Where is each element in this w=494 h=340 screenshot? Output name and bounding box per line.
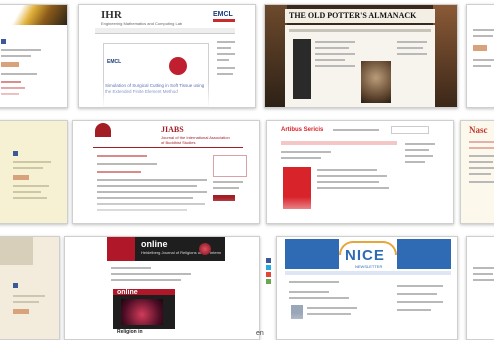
result-tile-online[interactable]: online Heidelberg Journal of Religions o… [64, 236, 260, 340]
result-tile-artibus[interactable]: Artibus Sericis [266, 120, 454, 224]
facebook-icon[interactable] [13, 151, 18, 156]
online-header-title: online [141, 239, 168, 249]
result-tile-ihr[interactable]: IHR Engineering Mathematics and Computin… [78, 4, 256, 108]
result-tile-potter[interactable]: THE OLD POTTER'S ALMANACK [264, 4, 458, 108]
online-header-red [107, 237, 135, 261]
result-tile-4[interactable] [466, 4, 494, 108]
slide-emcl-logo: EMCL [107, 59, 122, 65]
facebook-icon[interactable] [266, 258, 271, 263]
result-tile-1[interactable] [0, 4, 68, 108]
potter-bg-right [433, 5, 457, 107]
jiabs-divider [93, 147, 243, 148]
tile-header-image [0, 5, 67, 25]
result-tile-9[interactable] [0, 236, 60, 340]
result-tile-5[interactable] [0, 120, 68, 224]
nice-title: NICE [345, 247, 385, 264]
ihr-logo: IHR [101, 9, 122, 21]
nav-bar [95, 28, 235, 34]
result-tile-jiabs[interactable]: JIABS Journal of the International Assoc… [72, 120, 260, 224]
jiabs-emblem [95, 123, 111, 137]
result-tile-12[interactable] [466, 236, 494, 340]
facebook-icon[interactable] [13, 283, 18, 288]
artibus-search-box[interactable] [391, 126, 429, 134]
online-caption: Religion in [117, 329, 143, 335]
potter-title: THE OLD POTTER'S ALMANACK [289, 11, 417, 20]
tile-9-image [0, 237, 33, 265]
email-icon[interactable] [266, 279, 271, 284]
nice-thumb [291, 305, 303, 319]
online-inner-photo [121, 299, 163, 325]
emcl-bar [213, 19, 235, 22]
video-slide[interactable] [103, 43, 209, 107]
potter-photo [361, 61, 391, 103]
potter-column-dark [293, 39, 311, 99]
online-orb [199, 243, 211, 255]
nice-nav [285, 271, 451, 275]
nice-subtitle: NEWSLETTER [355, 264, 383, 269]
ihr-subtitle: Engineering Mathematics and Computing La… [101, 21, 183, 26]
slide-red-disc [169, 57, 187, 75]
plus-icon[interactable] [266, 272, 271, 277]
artibus-nav [281, 141, 397, 145]
jiabs-title: JIABS [161, 125, 184, 134]
online-inner-title: online [117, 289, 138, 296]
share-icons [266, 258, 272, 288]
facebook-icon[interactable] [1, 39, 6, 44]
artibus-cover [283, 167, 311, 209]
mase-title: Nasc [469, 125, 488, 135]
jiabs-subtitle: Journal of the International Association… [161, 135, 230, 145]
jiabs-sidebar-box [213, 155, 247, 177]
slide-title: Simulation of Surgical Cutting in Soft T… [105, 83, 205, 94]
caption-fragment: en [256, 330, 264, 337]
emcl-logo: EMCL [213, 11, 233, 18]
potter-bg-left [265, 5, 287, 107]
share-icon[interactable] [266, 265, 271, 270]
result-tile-mase[interactable]: Nasc [460, 120, 494, 224]
artibus-title: Artibus Sericis [281, 127, 324, 133]
result-tile-nice[interactable]: NICE NEWSLETTER [276, 236, 458, 340]
